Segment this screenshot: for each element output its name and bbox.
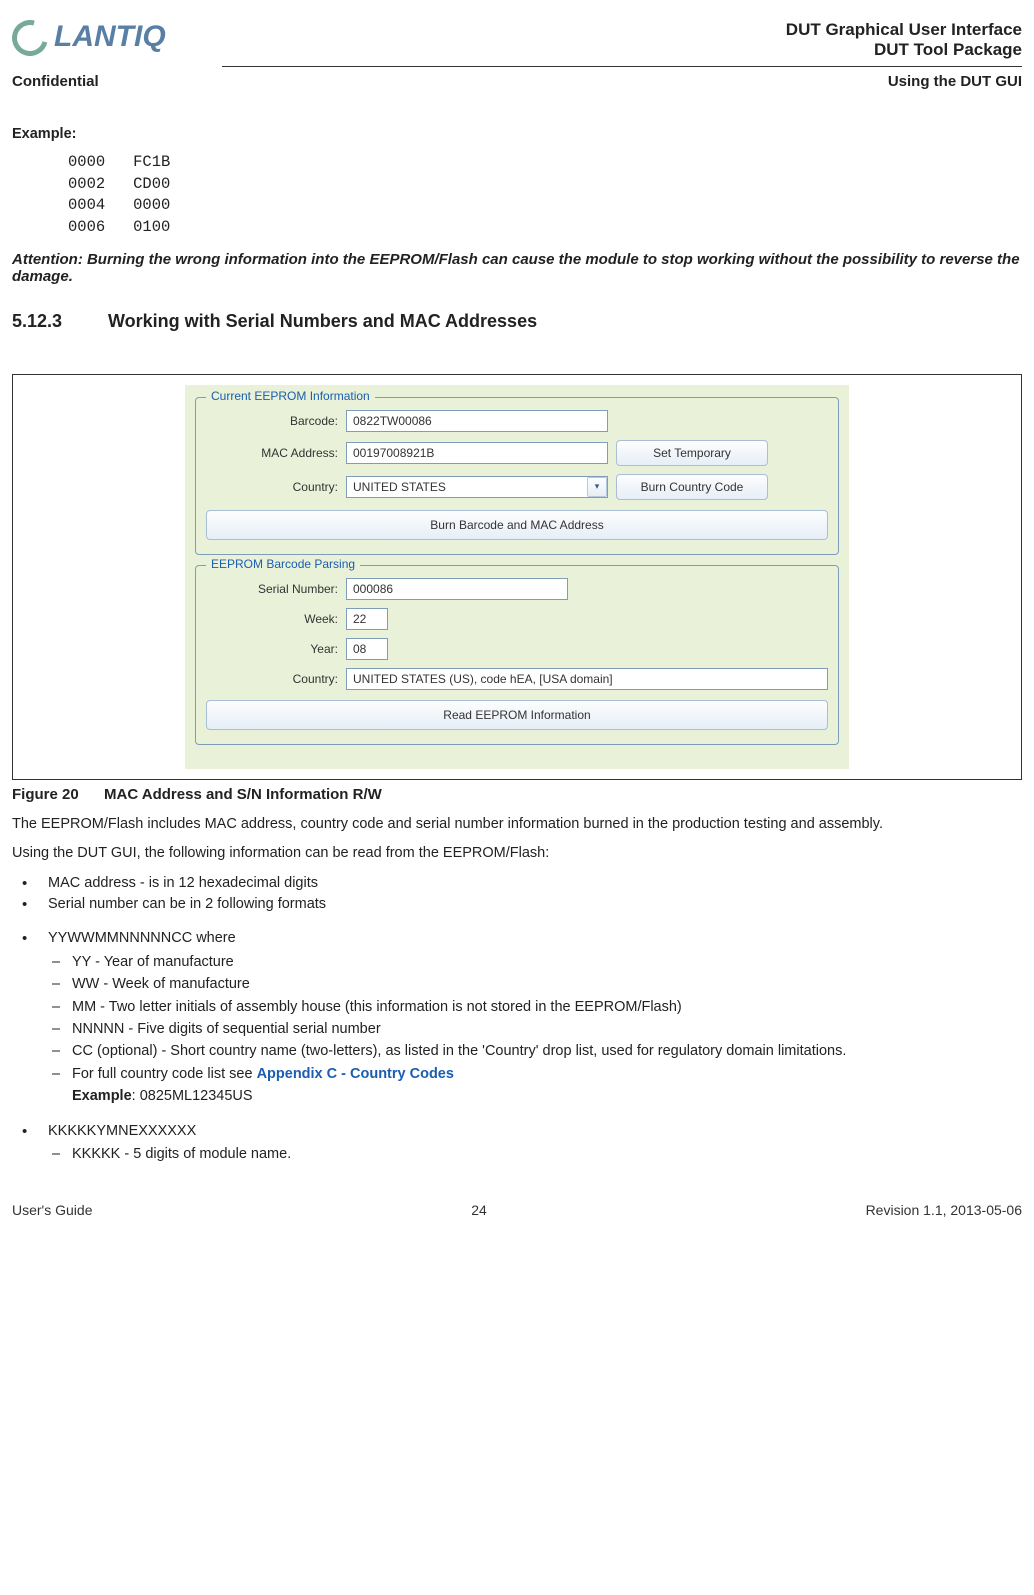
figure-caption: Figure 20MAC Address and S/N Information… <box>12 786 1022 803</box>
chevron-down-icon[interactable]: ▾ <box>587 477 607 497</box>
sub-appendix: For full country code list see Appendix … <box>48 1063 1022 1108</box>
sub-cc: CC (optional) - Short country name (two-… <box>48 1040 1022 1062</box>
sub-nnnnn: NNNNN - Five digits of sequential serial… <box>48 1018 1022 1040</box>
figure-title: MAC Address and S/N Information R/W <box>104 786 382 803</box>
serial-label: Serial Number: <box>206 582 338 596</box>
bullet-serial-formats: Serial number can be in 2 following form… <box>12 895 1022 915</box>
country-select[interactable] <box>346 476 608 498</box>
eeprom-panel: Current EEPROM Information Barcode: MAC … <box>185 385 849 769</box>
section-number: 5.12.3 <box>12 311 108 332</box>
footer-page: 24 <box>471 1202 487 1218</box>
serial-input[interactable] <box>346 578 568 600</box>
parse-country-input[interactable] <box>346 668 828 690</box>
set-temporary-button[interactable]: Set Temporary <box>616 440 768 466</box>
year-input[interactable] <box>346 638 388 660</box>
example-code: 0000 FC1B 0002 CD00 0004 0000 0006 0100 <box>68 152 1022 239</box>
burn-country-button[interactable]: Burn Country Code <box>616 474 768 500</box>
attention-note: Attention: Burning the wrong information… <box>12 251 1022 285</box>
section-heading: 5.12.3Working with Serial Numbers and MA… <box>12 311 1022 332</box>
bullet-mac: MAC address - is in 12 hexadecimal digit… <box>12 874 1022 894</box>
barcode-parsing-legend: EEPROM Barcode Parsing <box>206 557 360 571</box>
sub-kkkkk: KKKKK - 5 digits of module name. <box>48 1143 1022 1165</box>
appendix-link[interactable]: Appendix C - Country Codes <box>257 1066 454 1082</box>
doc-title-1: DUT Graphical User Interface <box>786 20 1022 40</box>
sub-mm: MM - Two letter initials of assembly hou… <box>48 996 1022 1018</box>
bullet-format1: YYWWMMNNNNNCC where YY - Year of manufac… <box>12 929 1022 1108</box>
figure-number: Figure 20 <box>12 786 104 803</box>
header-rule <box>222 66 1022 67</box>
bullet-format2: KKKKKYMNEXXXXXX KKKKK - 5 digits of modu… <box>12 1122 1022 1166</box>
week-input[interactable] <box>346 608 388 630</box>
current-eeprom-legend: Current EEPROM Information <box>206 389 375 403</box>
country-label: Country: <box>206 480 338 494</box>
burn-barcode-mac-button[interactable]: Burn Barcode and MAC Address <box>206 510 828 540</box>
mac-input[interactable] <box>346 442 608 464</box>
parse-country-label: Country: <box>206 672 338 686</box>
paragraph-1: The EEPROM/Flash includes MAC address, c… <box>12 815 1022 835</box>
section-title: Working with Serial Numbers and MAC Addr… <box>108 311 537 331</box>
barcode-label: Barcode: <box>206 414 338 428</box>
figure-frame: Current EEPROM Information Barcode: MAC … <box>12 374 1022 780</box>
footer-revision: Revision 1.1, 2013-05-06 <box>866 1202 1022 1218</box>
barcode-input[interactable] <box>346 410 608 432</box>
sub-yy: YY - Year of manufacture <box>48 951 1022 973</box>
logo: LANTIQ <box>12 20 166 56</box>
paragraph-2: Using the DUT GUI, the following informa… <box>12 844 1022 864</box>
sub-ww: WW - Week of manufacture <box>48 973 1022 995</box>
confidential-label: Confidential <box>12 73 99 90</box>
doc-title-2: DUT Tool Package <box>786 40 1022 60</box>
week-label: Week: <box>206 612 338 626</box>
logo-text: LANTIQ <box>54 20 166 53</box>
section-context: Using the DUT GUI <box>888 73 1022 90</box>
barcode-parsing-group: EEPROM Barcode Parsing Serial Number: We… <box>195 565 839 745</box>
footer-left: User's Guide <box>12 1202 92 1218</box>
example-heading: Example: <box>12 126 1022 142</box>
current-eeprom-group: Current EEPROM Information Barcode: MAC … <box>195 397 839 555</box>
mac-label: MAC Address: <box>206 446 338 460</box>
year-label: Year: <box>206 642 338 656</box>
read-eeprom-button[interactable]: Read EEPROM Information <box>206 700 828 730</box>
